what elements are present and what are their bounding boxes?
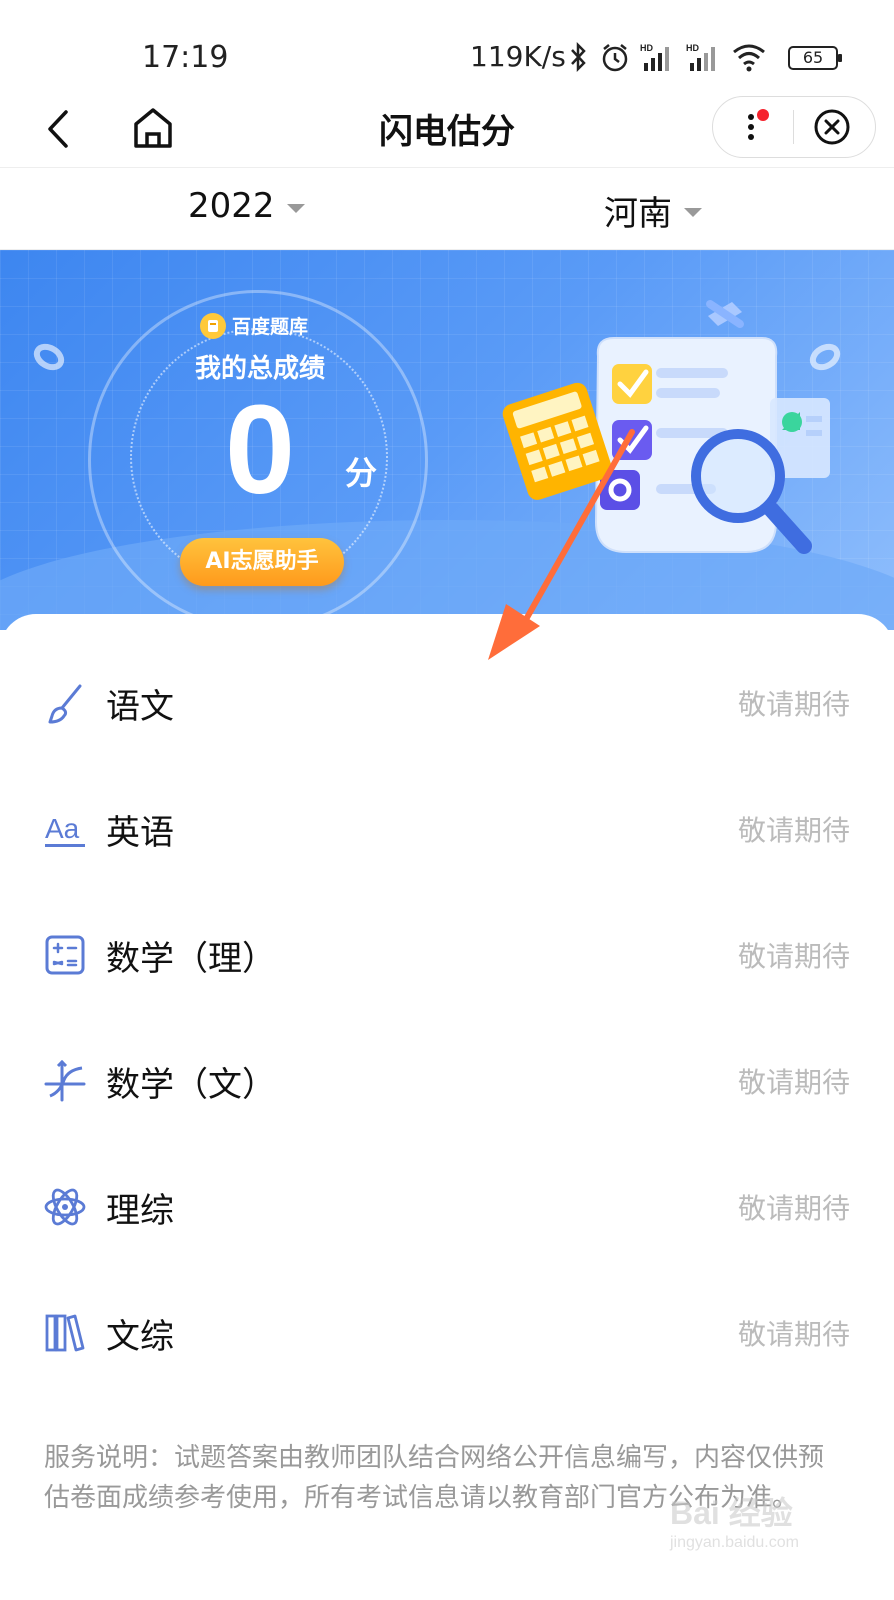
- exam-illustration-icon: [502, 300, 830, 554]
- close-circle-icon: [814, 109, 850, 145]
- caret-down-icon: [286, 203, 305, 213]
- subject-status: 敬请期待: [737, 814, 850, 847]
- subject-row-science-combined[interactable]: 理综 敬请期待: [0, 1144, 894, 1270]
- function-graph-icon: [44, 1060, 86, 1102]
- bluetooth-icon: [571, 41, 586, 73]
- subject-row-chinese[interactable]: 语文 敬请期待: [0, 640, 894, 766]
- score-banner: 百度题库 我的总成绩 0 分 AI志愿助手: [0, 250, 894, 630]
- subject-name: 英语: [106, 812, 174, 853]
- mini-program-capsule: [712, 96, 876, 158]
- watermark-text: Bai 经验: [670, 1495, 793, 1531]
- more-button[interactable]: [713, 97, 793, 157]
- total-score-value: 0: [225, 379, 296, 520]
- brand-name: 百度题库: [232, 316, 309, 338]
- aa-icon: Aa: [45, 813, 85, 847]
- subject-status: 敬请期待: [737, 1318, 850, 1351]
- network-speed: 119K/s: [470, 40, 566, 73]
- filter-bar: 2022 河南: [0, 168, 894, 250]
- ai-assistant-button[interactable]: AI志愿助手: [180, 538, 344, 586]
- province-select[interactable]: 河南: [604, 186, 702, 235]
- status-bar: 17:19 119K/s HD HD 65: [0, 0, 894, 90]
- nav-bar: 闪电估分: [0, 90, 894, 168]
- subject-name: 数学（理）: [106, 938, 276, 979]
- year-value: 2022: [188, 186, 275, 226]
- caret-down-icon: [684, 208, 702, 217]
- year-select[interactable]: 2022: [188, 186, 305, 226]
- svg-text:Aa: Aa: [45, 813, 80, 844]
- subject-name: 数学（文）: [106, 1064, 276, 1105]
- subject-status: 敬请期待: [737, 940, 850, 973]
- brush-icon: [48, 684, 82, 724]
- wifi-icon: [733, 44, 765, 72]
- battery-indicator: 65: [788, 46, 842, 70]
- status-time: 17:19: [142, 40, 229, 75]
- subject-status: 敬请期待: [737, 1066, 850, 1099]
- subject-status: 敬请期待: [737, 1192, 850, 1225]
- alarm-icon: [602, 44, 628, 72]
- svg-text:HD: HD: [686, 43, 699, 53]
- score-unit: 分: [345, 454, 378, 492]
- more-dots-icon: [748, 109, 769, 140]
- status-icons: HD HD: [566, 40, 766, 74]
- atom-icon: [44, 1188, 86, 1226]
- subject-name: 语文: [106, 686, 174, 727]
- subject-row-english[interactable]: Aa 英语 敬请期待: [0, 766, 894, 892]
- baidu-tiku-brand: 百度题库: [200, 312, 308, 339]
- subject-status: 敬请期待: [737, 688, 850, 721]
- subject-name: 理综: [106, 1190, 174, 1231]
- svg-text:HD: HD: [640, 43, 653, 53]
- subject-name: 文综: [106, 1316, 174, 1357]
- tiku-logo-icon: [200, 312, 226, 339]
- signal-2-icon: HD: [686, 43, 715, 71]
- calculator-icon: [45, 935, 85, 975]
- province-value: 河南: [604, 194, 672, 234]
- books-icon: [45, 1314, 85, 1352]
- baidu-jingyan-watermark: Bai 经验 jingyan.baidu.com: [670, 1488, 870, 1568]
- subject-row-math-science[interactable]: 数学（理） 敬请期待: [0, 892, 894, 1018]
- signal-1-icon: HD: [640, 43, 669, 71]
- subject-row-math-arts[interactable]: 数学（文） 敬请期待: [0, 1018, 894, 1144]
- close-button[interactable]: [794, 97, 874, 157]
- subject-row-arts-combined[interactable]: 文综 敬请期待: [0, 1270, 894, 1396]
- watermark-url: jingyan.baidu.com: [670, 1534, 799, 1551]
